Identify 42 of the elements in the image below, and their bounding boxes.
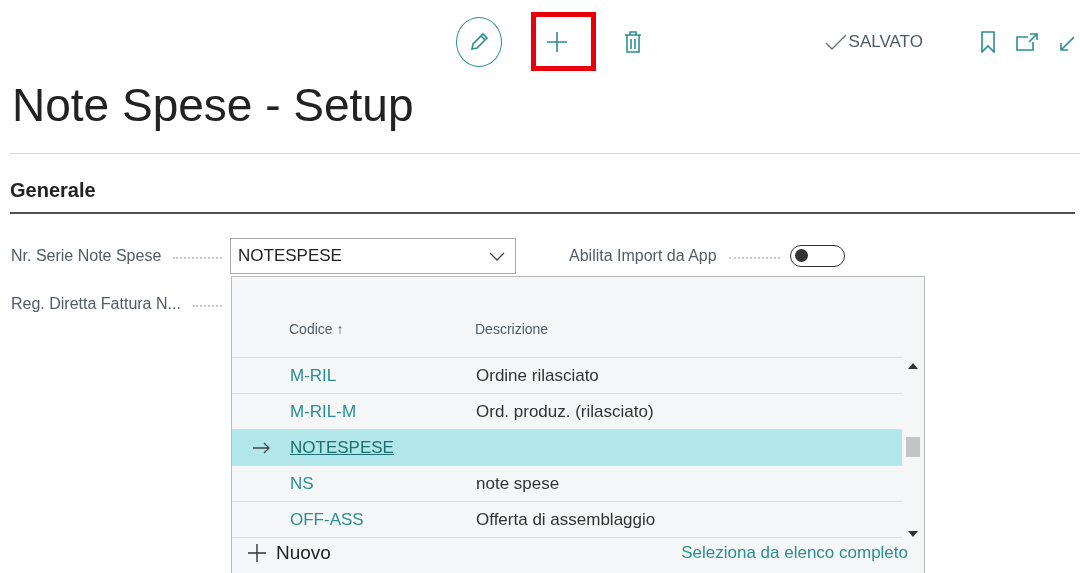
scroll-up-icon bbox=[908, 363, 918, 369]
field-label: Abilita Import da App bbox=[569, 247, 717, 265]
code-link[interactable]: NOTESPESE bbox=[290, 437, 476, 458]
code-link[interactable]: NS bbox=[290, 473, 476, 494]
leader-line bbox=[173, 257, 222, 259]
arrow-right-icon bbox=[252, 441, 270, 454]
description-text: Offerta di assemblaggio bbox=[476, 509, 656, 530]
field-label: Nr. Serie Note Spese bbox=[11, 247, 162, 265]
save-status: SALVATO bbox=[848, 32, 923, 52]
list-row[interactable]: NOTESPESE bbox=[232, 430, 902, 466]
code-link[interactable]: OFF-ASS bbox=[290, 509, 476, 530]
column-header[interactable]: Descrizione bbox=[475, 321, 549, 337]
code-link[interactable]: M-RIL bbox=[290, 365, 476, 386]
scroll-thumb[interactable] bbox=[906, 437, 920, 457]
toggle-switch[interactable] bbox=[790, 245, 845, 267]
series-dropdown[interactable]: NOTESPESE bbox=[230, 238, 516, 274]
description-text: note spese bbox=[476, 473, 560, 494]
field-label: Reg. Diretta Fattura N... bbox=[11, 295, 181, 313]
leader-line bbox=[192, 305, 222, 307]
highlight-frame bbox=[531, 12, 596, 71]
plus-icon bbox=[248, 544, 266, 562]
scroll-down-icon bbox=[908, 531, 918, 537]
column-header[interactable]: Codice ↑ bbox=[289, 321, 475, 337]
open-window-icon bbox=[1016, 33, 1039, 51]
list-row[interactable]: OFF-ASS Offerta di assemblaggio bbox=[232, 502, 902, 538]
full-list-link[interactable]: Seleziona da elenco completo bbox=[681, 543, 908, 563]
leader-line bbox=[728, 257, 780, 259]
list-row[interactable]: M-RIL Ordine rilasciato bbox=[232, 358, 902, 394]
new-button[interactable]: Nuovo bbox=[248, 542, 331, 564]
list-row[interactable]: NS note spese bbox=[232, 466, 902, 502]
section-title: Generale bbox=[10, 179, 96, 201]
page-title: Note Spese - Setup bbox=[12, 79, 415, 131]
expand-arrow-icon bbox=[1060, 33, 1075, 51]
pencil-icon bbox=[468, 31, 491, 53]
chevron-down-icon bbox=[489, 251, 505, 261]
plus-icon bbox=[546, 31, 569, 53]
description-text: Ordine rilasciato bbox=[476, 365, 599, 386]
bookmark-icon bbox=[980, 31, 995, 53]
description-text: Ord. produz. (rilasciato) bbox=[476, 401, 654, 422]
trash-icon bbox=[624, 31, 643, 53]
code-link[interactable]: M-RIL-M bbox=[290, 401, 476, 422]
check-icon bbox=[824, 34, 847, 50]
